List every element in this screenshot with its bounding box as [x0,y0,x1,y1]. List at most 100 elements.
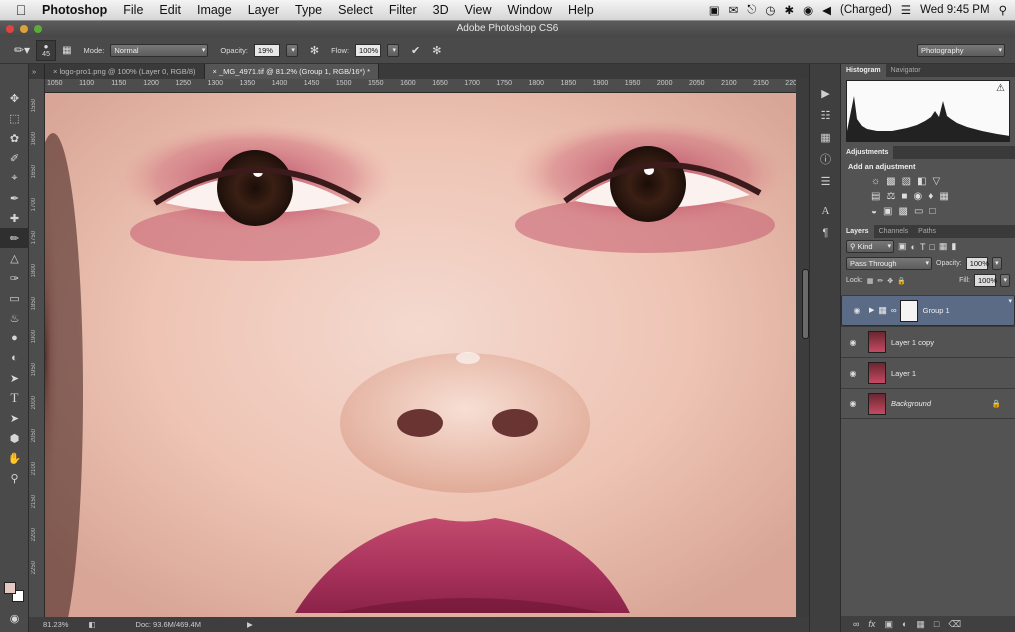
filter-toggle-icon[interactable]: ▮ [951,241,956,252]
lock-position-icon[interactable]: ✥ [887,277,893,285]
delete-layer-icon[interactable]: ⌫ [948,619,961,630]
gradient-map-icon[interactable]: ▭ [914,206,923,217]
screen-mode-icon[interactable] [0,628,29,632]
blur-tool-icon[interactable]: ● [0,328,29,348]
layer-name[interactable]: Layer 1 [891,369,916,378]
blend-mode-select[interactable]: Pass Through [846,257,932,270]
layer-row-group-1[interactable]: ◉ ▶ ▦ ∞ Group 1 [841,295,1015,326]
history-brush-tool-icon[interactable]: ✑ [0,268,29,288]
flow-dropdown[interactable] [387,43,400,57]
eye-icon[interactable]: ◉ [841,369,865,378]
menu-type[interactable]: Type [295,3,322,17]
new-adjustment-layer-icon[interactable]: ◐ [902,619,907,629]
filter-smart-object-icon[interactable]: ▦ [939,241,948,252]
pressure-size-icon[interactable]: ✻ [432,44,441,57]
tab-navigator[interactable]: Navigator [886,64,926,77]
fill-field[interactable]: 100% [974,274,997,287]
color-lookup-icon[interactable]: ▦ [939,191,948,202]
lock-all-icon[interactable]: 🔒 [897,277,906,285]
play-icon[interactable]: ▶ [810,82,841,104]
zoom-tool-icon[interactable]: ⚲ [0,468,29,488]
add-mask-icon[interactable]: ▣ [884,619,893,630]
vertical-scrollbar[interactable] [796,79,809,617]
tab-logo-pro1[interactable]: × logo-pro1.png @ 100% (Layer 0, RGB/8) [45,64,205,79]
filter-shape-icon[interactable]: □ [929,242,934,252]
channel-mixer-icon[interactable]: ♦ [928,191,933,202]
paint-bucket-tool-icon[interactable]: ♨ [0,308,29,328]
tab-channels[interactable]: Channels [874,225,914,238]
layer-name[interactable]: Background [891,399,931,408]
layer-name[interactable]: Group 1 [923,305,950,316]
eyedropper-tool-icon[interactable]: ✒ [0,188,29,208]
minimize-window-button[interactable] [20,25,28,33]
menu-view[interactable]: View [465,3,492,17]
brush-tool-preset-icon[interactable]: ✏▾ [14,43,30,57]
lock-transparent-icon[interactable]: ▦ [867,277,874,285]
tab-histogram[interactable]: Histogram [841,64,886,77]
flow-field[interactable]: 100% [355,43,382,57]
scrollbar-thumb[interactable] [802,269,809,339]
healing-brush-tool-icon[interactable]: ✚ [0,208,29,228]
new-group-icon[interactable]: ▦ [916,619,925,630]
layer-opacity-field[interactable]: 100% [965,257,989,270]
history-icon[interactable]: ☷ [810,104,841,126]
crop-tool-icon[interactable]: ⌖ [0,168,29,188]
wifi-icon[interactable]: ◉ [803,3,813,17]
time-machine-icon[interactable]: ◷ [765,3,775,17]
opacity-dropdown[interactable] [285,43,298,57]
color-swatches[interactable] [4,582,26,604]
exposure-icon[interactable]: ◧ [917,176,926,187]
photo-filter-icon[interactable]: ◉ [913,191,922,202]
share-icon[interactable]: ◧ [88,617,95,632]
threshold-icon[interactable]: ▩ [899,206,908,217]
path-selection-tool-icon[interactable]: ➤ [0,408,29,428]
type-tool-icon[interactable]: T [0,388,29,408]
vibrance-icon[interactable]: ▽ [933,176,941,187]
eye-icon[interactable]: ◉ [841,399,865,408]
properties-icon[interactable]: ▦ [810,126,841,148]
tab-adjustments[interactable]: Adjustments [841,146,894,159]
dodge-tool-icon[interactable]: ◐ [0,348,29,368]
clock[interactable]: Wed 9:45 PM [920,4,989,16]
layer-thumbnail[interactable] [868,331,886,353]
usb-icon[interactable]: ⎋ [747,4,756,17]
flag-icon[interactable]: ☰ [901,3,911,17]
curves-icon[interactable]: ▧ [902,176,911,187]
brush-presets-icon[interactable]: ☰ [810,170,841,192]
layer-thumbnail[interactable] [868,392,886,415]
menu-image[interactable]: Image [197,3,232,17]
tab-layers[interactable]: Layers [841,225,874,238]
document-canvas[interactable] [45,93,796,617]
color-balance-icon[interactable]: ⚖ [886,191,895,202]
close-window-button[interactable] [6,25,14,33]
black-white-icon[interactable]: ■ [901,191,907,202]
chat-icon[interactable]: ✉ [729,3,739,17]
paragraph-icon[interactable]: ¶ [810,222,841,244]
opacity-field[interactable]: 19% [253,43,280,57]
layer-opacity-dropdown[interactable] [991,257,1002,270]
bluetooth-icon[interactable]: ✱ [784,3,794,17]
layer-row-layer-1[interactable]: ◉ Layer 1 [841,357,1015,388]
posterize-icon[interactable]: ▣ [883,206,892,217]
menu-window[interactable]: Window [508,3,552,17]
panel-collapse-icon[interactable]: » [29,64,45,79]
info-icon[interactable]: ⓘ [810,148,841,170]
spotlight-icon[interactable]: ⚲ [999,3,1007,17]
menu-help[interactable]: Help [568,3,594,17]
fx-icon[interactable]: fx [868,619,875,629]
battery-status[interactable]: (Charged) [840,4,892,16]
selective-color-icon[interactable]: □ [929,206,935,217]
expand-arrow-icon[interactable]: ▶ [869,305,874,316]
layer-row-background[interactable]: ◉ Background 🔒 [841,388,1015,419]
new-layer-icon[interactable]: □ [934,619,939,629]
quick-mask-icon[interactable]: ◉ [0,608,29,628]
link-icon[interactable]: ∞ [891,305,897,316]
volume-icon[interactable]: ◀ [822,3,831,17]
tab-paths[interactable]: Paths [913,225,941,238]
eraser-tool-icon[interactable]: ▭ [0,288,29,308]
apple-menu-icon[interactable]:  [0,2,42,18]
layer-thumbnail[interactable] [868,362,886,384]
status-menu-arrow-icon[interactable]: ▶ [247,617,253,632]
quick-selection-tool-icon[interactable]: ✐ [0,148,29,168]
layer-name[interactable]: Layer 1 copy [891,338,934,347]
